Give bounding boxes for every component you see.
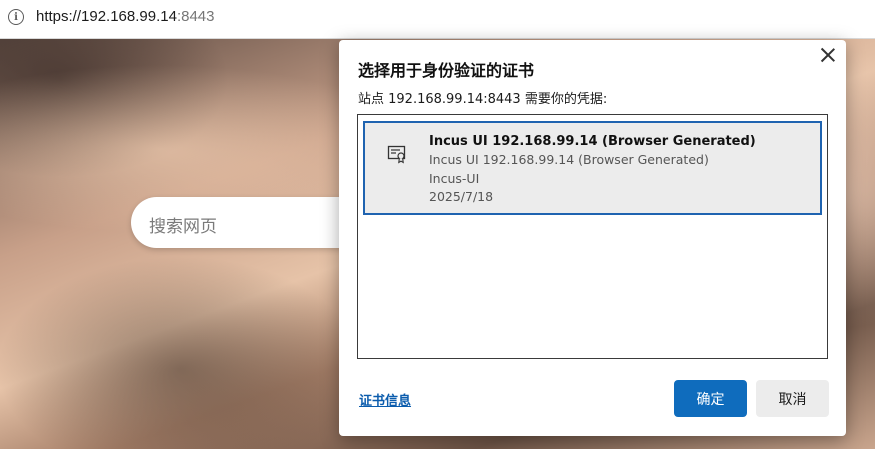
ok-button[interactable]: 确定	[674, 380, 747, 417]
certificate-icon	[387, 145, 406, 164]
certificate-info-link[interactable]: 证书信息	[359, 390, 411, 409]
dialog-subtitle: 站点 192.168.99.14:8443 需要你的凭据:	[358, 92, 608, 107]
url-port: :8443	[176, 8, 215, 25]
close-icon[interactable]	[819, 46, 837, 64]
certificate-date: 2025/7/18	[429, 189, 494, 204]
certificate-organization: Incus-UI	[429, 170, 480, 186]
address-bar[interactable]: i https://192.168.99.14:8443	[0, 0, 875, 39]
search-input[interactable]: 搜索网页	[131, 197, 371, 248]
url-host: https://192.168.99.14	[36, 8, 177, 25]
certificate-item[interactable]: Incus UI 192.168.99.14 (Browser Generate…	[363, 121, 822, 215]
search-placeholder: 搜索网页	[149, 217, 217, 237]
certificate-list[interactable]: Incus UI 192.168.99.14 (Browser Generate…	[357, 114, 828, 359]
certificate-name: Incus UI 192.168.99.14 (Browser Generate…	[429, 134, 756, 149]
cancel-button[interactable]: 取消	[756, 380, 829, 417]
certificate-issuer: Incus UI 192.168.99.14 (Browser Generate…	[429, 152, 709, 167]
certificate-dialog: 选择用于身份验证的证书 站点 192.168.99.14:8443 需要你的凭据…	[339, 40, 846, 436]
dialog-title: 选择用于身份验证的证书	[358, 61, 535, 80]
url-text[interactable]: https://192.168.99.14:8443	[36, 8, 215, 25]
info-icon[interactable]: i	[8, 9, 24, 25]
